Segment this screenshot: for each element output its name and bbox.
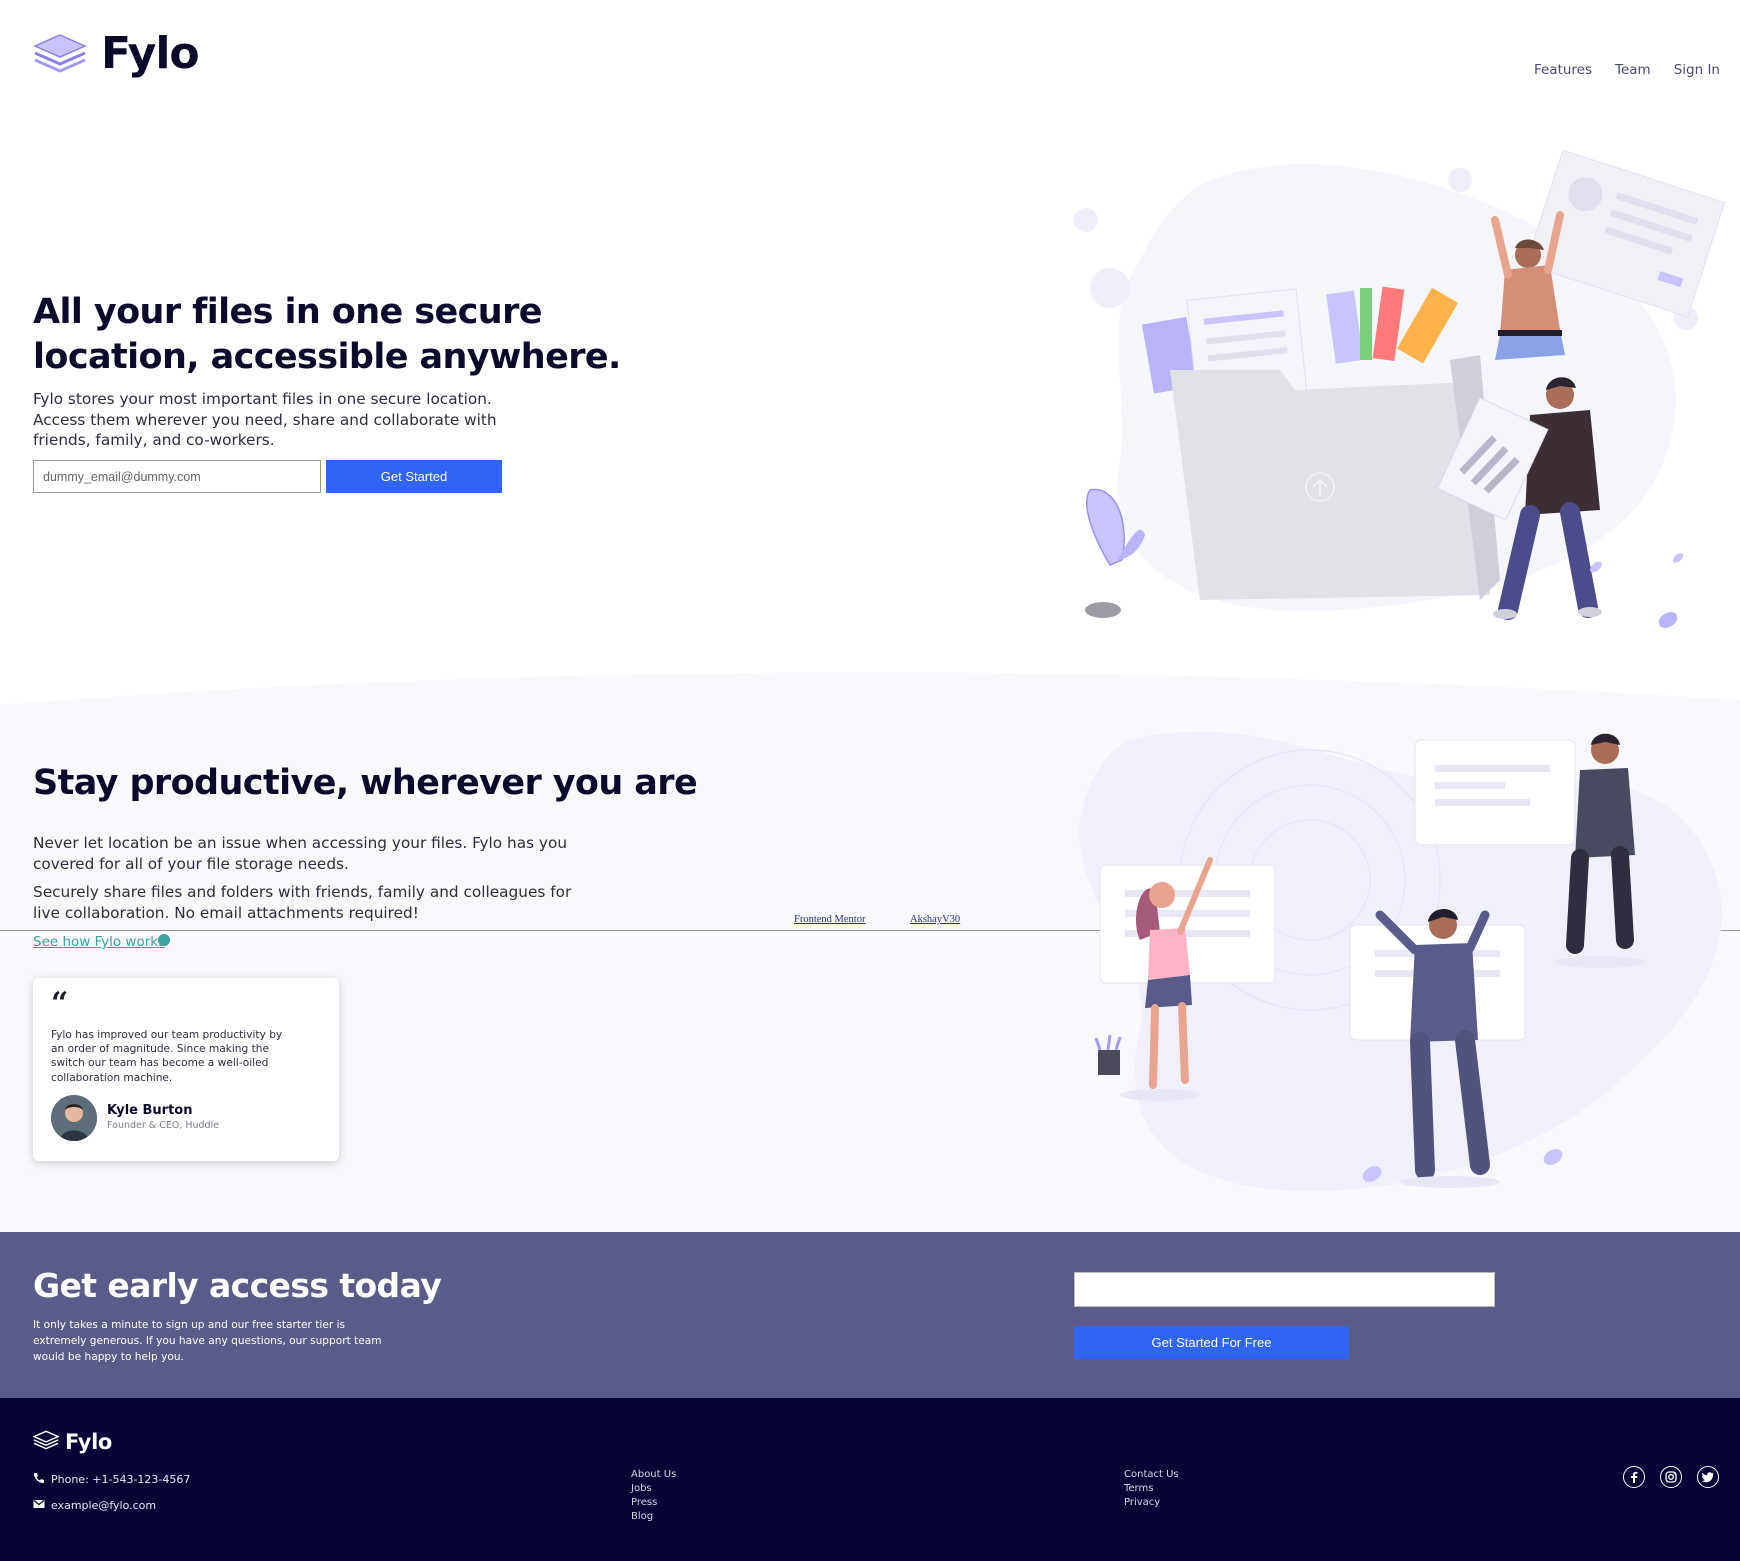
phone-icon bbox=[33, 1472, 45, 1487]
attribution-author-link[interactable]: AkshayV30 bbox=[910, 914, 960, 925]
hero-title: All your files in one secure location, a… bbox=[33, 292, 621, 377]
footer-links-company: About Us Jobs Press Blog bbox=[631, 1468, 676, 1524]
productive-paragraph-2: Securely share files and folders with fr… bbox=[33, 883, 572, 922]
productive-title: Stay productive, wherever you are bbox=[33, 763, 698, 803]
hero-description: Fylo stores your most important files in… bbox=[33, 390, 497, 449]
testimonial-text: Fylo has improved our team productivity … bbox=[51, 1029, 283, 1084]
footer-email: example@fylo.com bbox=[33, 1498, 156, 1513]
footer-link-press[interactable]: Press bbox=[631, 1496, 676, 1510]
footer-phone-text: Phone: +1-543-123-4567 bbox=[51, 1473, 191, 1486]
get-started-button[interactable]: Get Started bbox=[326, 460, 502, 493]
testimonial-name: Kyle Burton bbox=[107, 1103, 193, 1118]
testimonial-role: Founder & CEO, Huddle bbox=[107, 1120, 220, 1131]
footer-logo[interactable]: Fylo bbox=[32, 1428, 112, 1455]
facebook-icon[interactable] bbox=[1623, 1466, 1645, 1488]
productive-paragraph-1: Never let location be an issue when acce… bbox=[33, 834, 568, 873]
footer-link-contact-us[interactable]: Contact Us bbox=[1124, 1468, 1179, 1482]
nav-team-link[interactable]: Team bbox=[1615, 62, 1651, 78]
main-nav: Features Team Sign In bbox=[1534, 62, 1720, 78]
footer-link-privacy[interactable]: Privacy bbox=[1124, 1496, 1179, 1510]
get-started-for-free-button[interactable]: Get Started For Free bbox=[1074, 1326, 1349, 1359]
footer-link-blog[interactable]: Blog bbox=[631, 1510, 676, 1524]
footer-phone: Phone: +1-543-123-4567 bbox=[33, 1472, 190, 1487]
early-access-title: Get early access today bbox=[33, 1266, 442, 1305]
footer-logo-stack-icon bbox=[32, 1428, 60, 1455]
avatar bbox=[51, 1095, 97, 1141]
testimonial-card: “ Fylo has improved our team productivit… bbox=[33, 978, 339, 1161]
quote-icon: “ bbox=[51, 986, 69, 1021]
early-access-description: It only takes a minute to sign up and ou… bbox=[33, 1319, 382, 1363]
nav-sign-in-link[interactable]: Sign In bbox=[1674, 62, 1720, 78]
see-how-fylo-works-link[interactable]: See how Fylo works bbox=[33, 934, 165, 950]
logo[interactable]: Fylo bbox=[33, 28, 200, 79]
footer-email-text: example@fylo.com bbox=[51, 1499, 157, 1512]
nav-features-link[interactable]: Features bbox=[1534, 62, 1592, 78]
footer-link-terms[interactable]: Terms bbox=[1124, 1482, 1179, 1496]
arrow-circle-icon bbox=[158, 934, 170, 946]
footer-logo-text: Fylo bbox=[65, 1429, 112, 1454]
logo-text: Fylo bbox=[101, 28, 200, 79]
footer-links-support: Contact Us Terms Privacy bbox=[1124, 1468, 1179, 1510]
early-access-section: Get early access today It only takes a m… bbox=[0, 1232, 1740, 1398]
hero-email-input[interactable] bbox=[33, 460, 321, 493]
logo-stack-icon bbox=[33, 29, 87, 78]
twitter-icon[interactable] bbox=[1697, 1466, 1719, 1488]
attribution-frontend-mentor-link[interactable]: Frontend Mentor bbox=[794, 914, 865, 925]
instagram-icon[interactable] bbox=[1660, 1466, 1682, 1488]
early-access-email-input[interactable] bbox=[1074, 1272, 1495, 1307]
hero-illustration bbox=[1060, 140, 1740, 640]
footer: Fylo Phone: +1-543-123-4567 example@fylo… bbox=[0, 1398, 1740, 1561]
footer-link-about-us[interactable]: About Us bbox=[631, 1468, 676, 1482]
footer-link-jobs[interactable]: Jobs bbox=[631, 1482, 676, 1496]
productive-illustration bbox=[1060, 700, 1740, 1200]
mail-icon bbox=[33, 1498, 45, 1513]
